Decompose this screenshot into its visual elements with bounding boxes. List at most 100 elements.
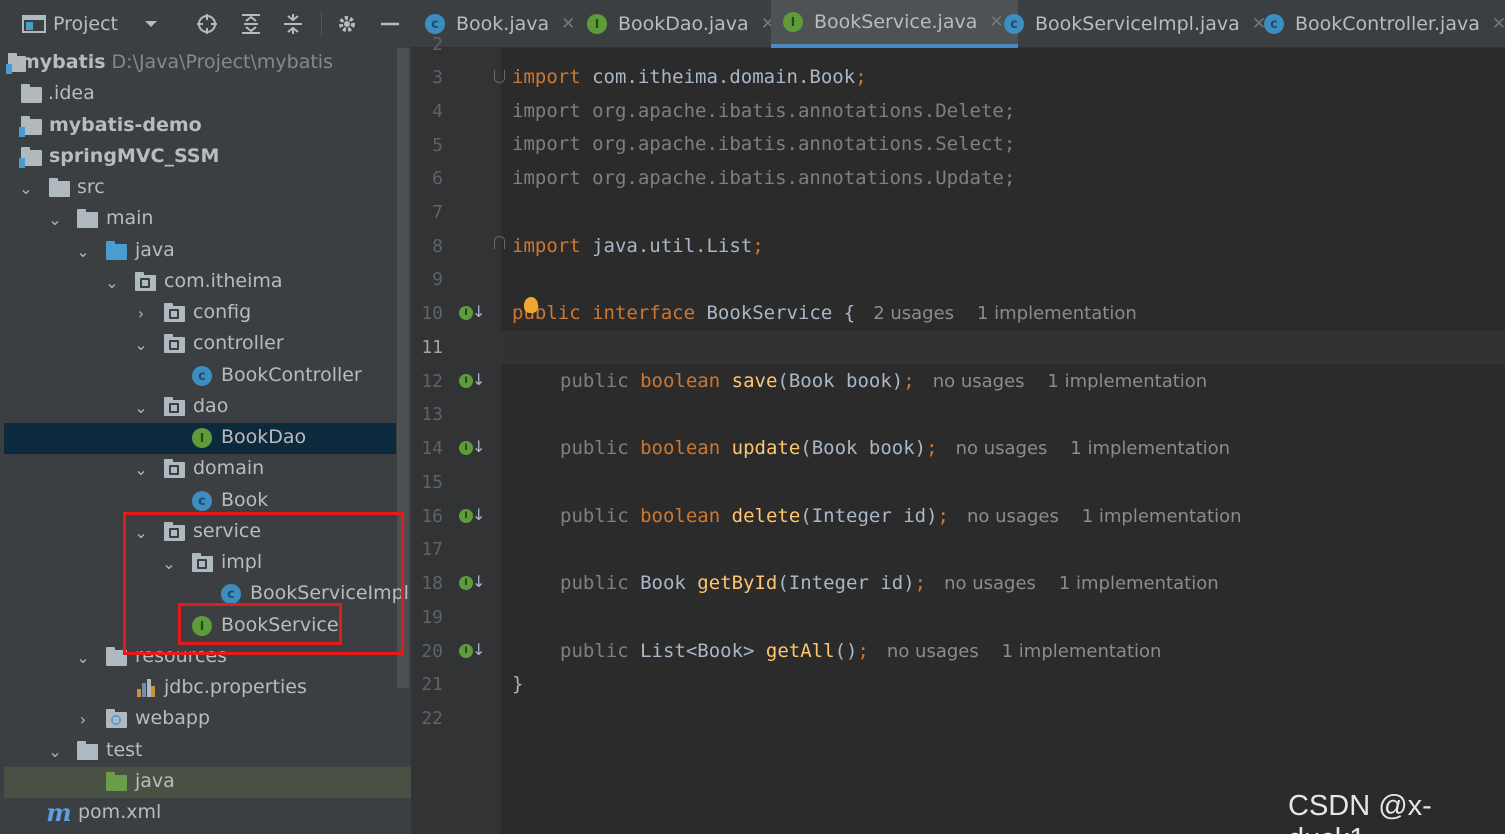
tree-item-label: springMVC_SSM	[49, 145, 220, 167]
implemented-marker-icon[interactable]: I ↓	[459, 505, 485, 527]
tab-bookservice-java[interactable]: I BookService.java ✕	[771, 0, 1018, 48]
tree-item-label: domain	[193, 457, 265, 479]
code-line-20[interactable]: public List<Book> getAll(); no usages 1 i…	[560, 640, 1161, 662]
chevron-down-icon[interactable]: ⌄	[133, 335, 149, 354]
class-icon: c	[1004, 14, 1024, 34]
tree-item-test-java[interactable]: java	[4, 767, 411, 798]
tree-item-jdbc-properties[interactable]: jdbc.properties	[4, 673, 396, 704]
implemented-marker-icon[interactable]: I ↓	[459, 640, 485, 662]
editor-tab-bar: c Book.java ✕ I BookDao.java ✕ I BookSer…	[411, 0, 1505, 48]
code-line-4[interactable]: import org.apache.ibatis.annotations.Del…	[512, 100, 1015, 122]
tree-item-controller[interactable]: ⌄ controller	[4, 329, 396, 360]
tree-item-webapp[interactable]: › webapp	[4, 704, 396, 735]
tree-item-idea[interactable]: .idea	[4, 79, 396, 110]
chevron-down-icon[interactable]: ⌄	[75, 242, 91, 261]
code-line-14[interactable]: public boolean update(Book book); no usag…	[560, 437, 1230, 459]
inlay-hint[interactable]: no usages 1 implementation	[956, 438, 1231, 459]
tab-bookcontroller-java[interactable]: c BookController.java ✕	[1264, 0, 1505, 48]
line-number: 22	[421, 708, 443, 729]
locate-icon[interactable]	[196, 0, 218, 48]
chevron-down-icon[interactable]: ⌄	[75, 648, 91, 667]
code-line-10[interactable]: public interface BookService {2 usages 1…	[512, 302, 1137, 324]
package-icon	[134, 272, 156, 293]
tree-item-test[interactable]: ⌄ test	[4, 736, 396, 767]
code-line-12[interactable]: public boolean save(Book book); no usages…	[560, 370, 1207, 392]
project-toolbar: Project	[0, 0, 411, 48]
inlay-hint[interactable]: 2 usages 1 implementation	[873, 303, 1137, 324]
tree-item-bookserviceimpl[interactable]: c BookServiceImpl	[4, 579, 409, 610]
chevron-right-icon[interactable]: ›	[75, 710, 91, 729]
chevron-down-icon[interactable]: ⌄	[104, 273, 120, 292]
test-source-folder-icon	[105, 772, 127, 793]
module-folder-icon	[18, 147, 42, 168]
tree-item-dao[interactable]: ⌄ dao	[4, 392, 396, 423]
chevron-down-icon[interactable]: ⌄	[47, 210, 63, 229]
implemented-marker-icon[interactable]: I ↓	[459, 370, 485, 392]
line-number: 2	[432, 34, 443, 55]
tree-item-impl[interactable]: ⌄ impl	[4, 548, 396, 579]
tab-book-java[interactable]: c Book.java ✕	[425, 0, 583, 48]
interface-icon: I	[587, 14, 607, 34]
tree-item-pom-xml[interactable]: m pom.xml	[4, 798, 396, 829]
tree-item-bookcontroller[interactable]: c BookController	[4, 361, 396, 392]
code-line-16[interactable]: public boolean delete(Integer id); no usa…	[560, 505, 1242, 527]
code-line-5[interactable]: import org.apache.ibatis.annotations.Sel…	[512, 133, 1015, 155]
chevron-down-icon[interactable]: ⌄	[133, 460, 149, 479]
chevron-down-icon[interactable]: ⌄	[18, 179, 34, 198]
code-line-6[interactable]: import org.apache.ibatis.annotations.Upd…	[512, 167, 1015, 189]
chevron-down-icon[interactable]: ⌄	[161, 554, 177, 573]
tree-item-service[interactable]: ⌄ service	[4, 517, 396, 548]
tab-bookserviceimpl-java[interactable]: c BookServiceImpl.java ✕	[1004, 0, 1266, 48]
package-icon	[163, 522, 185, 543]
project-view-selector[interactable]: Project	[22, 0, 158, 48]
close-icon[interactable]: ✕	[561, 14, 575, 34]
implemented-marker-icon[interactable]: I ↓	[459, 572, 485, 594]
fold-marker-icon[interactable]	[494, 236, 505, 249]
tab-label: BookServiceImpl.java	[1035, 13, 1240, 35]
expand-all-icon[interactable]	[240, 0, 262, 48]
chevron-right-icon[interactable]: ›	[133, 304, 149, 323]
tree-item-book[interactable]: c Book	[4, 486, 396, 517]
intention-bulb-icon[interactable]	[524, 297, 538, 313]
resources-folder-icon	[105, 647, 127, 668]
tree-item-src[interactable]: ⌄ src	[4, 173, 396, 204]
chevron-down-icon[interactable]: ⌄	[47, 742, 63, 761]
inlay-hint[interactable]: no usages 1 implementation	[944, 573, 1219, 594]
code-line-21[interactable]: }	[512, 673, 523, 695]
tree-item-springmvc-ssm[interactable]: springMVC_SSM	[4, 142, 396, 173]
tab-bookdao-java[interactable]: I BookDao.java ✕	[587, 0, 775, 48]
implemented-marker-icon[interactable]: I ↓	[459, 302, 485, 324]
code-line-3[interactable]: import com.itheima.domain.Book;	[512, 66, 867, 88]
line-number: 8	[432, 236, 443, 257]
code-line-18[interactable]: public Book getById(Integer id); no usage…	[560, 572, 1219, 594]
tree-item-bookservice[interactable]: I BookService	[4, 611, 396, 642]
source-folder-icon	[105, 241, 127, 262]
tree-item-config[interactable]: › config	[4, 298, 396, 329]
inlay-hint[interactable]: no usages 1 implementation	[887, 641, 1162, 662]
inlay-hint[interactable]: no usages 1 implementation	[933, 371, 1208, 392]
minimize-icon[interactable]	[380, 0, 400, 48]
tree-item-mybatis-demo[interactable]: mybatis-demo	[4, 111, 396, 142]
folder-icon	[76, 741, 98, 762]
tree-item-label: config	[193, 301, 252, 323]
tree-item-main[interactable]: ⌄ main	[4, 204, 396, 235]
code-line-8[interactable]: import java.util.List;	[512, 235, 764, 257]
tree-item-resources[interactable]: ⌄ resources	[4, 642, 396, 673]
collapse-all-icon[interactable]	[282, 0, 304, 48]
chevron-down-icon[interactable]: ⌄	[133, 398, 149, 417]
tree-item-mybatis[interactable]: mybatis D:\Java\Project\mybatis	[4, 48, 396, 79]
fold-marker-icon[interactable]	[494, 70, 505, 83]
gear-icon[interactable]	[336, 0, 358, 48]
class-icon: c	[191, 366, 213, 386]
tree-item-com-itheima[interactable]: ⌄ com.itheima	[4, 267, 396, 298]
chevron-down-icon[interactable]: ⌄	[133, 523, 149, 542]
tree-item-label: jdbc.properties	[164, 676, 307, 698]
tree-item-domain[interactable]: ⌄ domain	[4, 454, 396, 485]
tree-item-bookdao[interactable]: I BookDao	[4, 423, 396, 454]
tree-item-label: pom.xml	[78, 801, 162, 823]
close-icon[interactable]: ✕	[1492, 14, 1505, 34]
implemented-marker-icon[interactable]: I ↓	[459, 437, 485, 459]
tree-item-java[interactable]: ⌄ java	[4, 236, 396, 267]
close-icon[interactable]: ✕	[989, 12, 1003, 32]
inlay-hint[interactable]: no usages 1 implementation	[967, 506, 1242, 527]
